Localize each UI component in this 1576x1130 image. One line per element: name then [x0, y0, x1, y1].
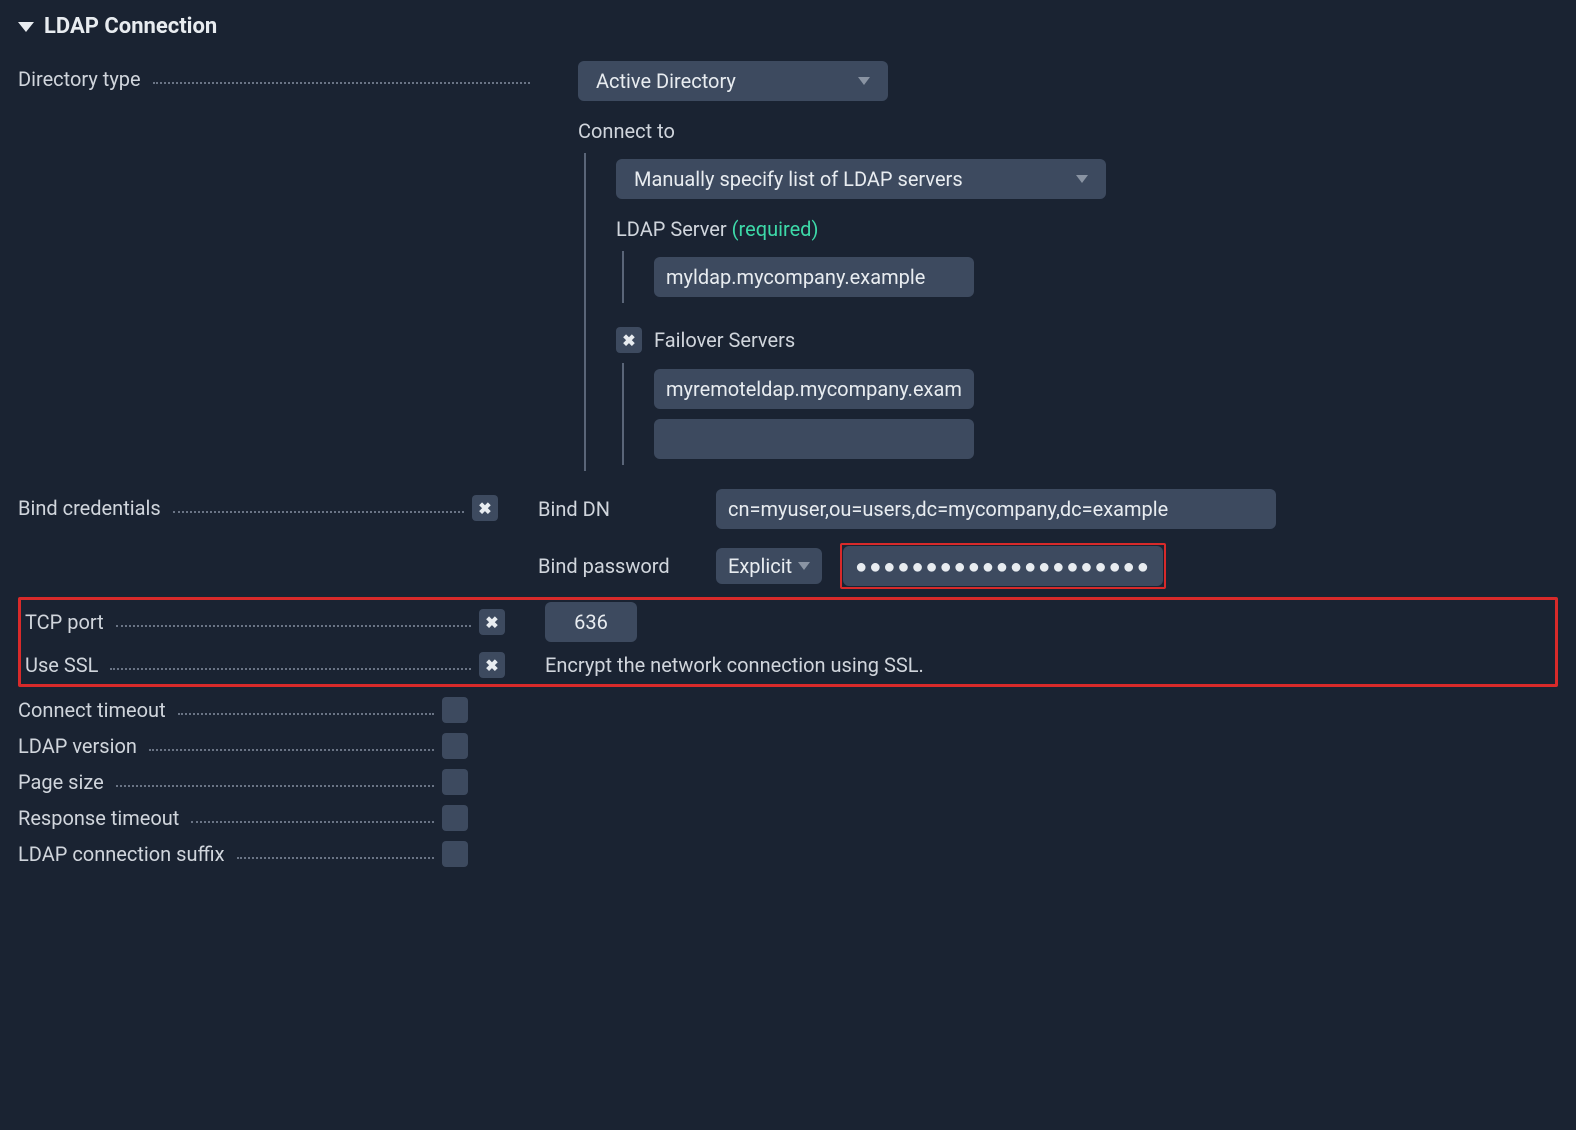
response-timeout-label: Response timeout	[18, 806, 179, 830]
bind-password-mode-value: Explicit	[728, 554, 792, 578]
directory-type-select[interactable]: Active Directory	[578, 61, 888, 101]
dots	[173, 499, 464, 513]
failover-server-input-0[interactable]	[654, 369, 974, 409]
highlighted-box: TCP port Use SSL Encrypt the network con…	[18, 597, 1558, 687]
bind-password-input[interactable]	[843, 546, 1163, 586]
tcp-port-row: TCP port	[25, 602, 1551, 642]
bind-dn-label: Bind DN	[538, 497, 698, 521]
use-ssl-row: Use SSL Encrypt the network connection u…	[25, 652, 1551, 678]
dots	[116, 613, 471, 627]
bind-password-label: Bind password	[538, 554, 698, 578]
connect-timeout-label: Connect timeout	[18, 698, 166, 722]
section-header[interactable]: LDAP Connection	[18, 14, 1558, 39]
ldap-server-input[interactable]	[654, 257, 974, 297]
ldap-version-label: LDAP version	[18, 734, 137, 758]
required-badge: (required)	[732, 217, 819, 241]
bind-dn-input[interactable]	[716, 489, 1276, 529]
directory-type-value: Active Directory	[596, 69, 736, 93]
conn-suffix-checkbox[interactable]	[442, 841, 468, 867]
use-ssl-label: Use SSL	[25, 653, 98, 677]
connect-to-label: Connect to	[578, 119, 1558, 143]
ldap-version-checkbox[interactable]	[442, 733, 468, 759]
page-size-row: Page size	[18, 769, 1558, 795]
failover-checkbox[interactable]	[616, 327, 642, 353]
dots	[110, 656, 471, 670]
ldap-server-label: LDAP Server	[616, 217, 727, 241]
directory-type-row: Directory type Active Directory Connect …	[18, 61, 1558, 471]
response-timeout-row: Response timeout	[18, 805, 1558, 831]
use-ssl-checkbox[interactable]	[479, 652, 505, 678]
tcp-port-label: TCP port	[25, 610, 104, 634]
page-size-label: Page size	[18, 770, 104, 794]
dots	[191, 809, 434, 823]
dots	[237, 845, 434, 859]
dots	[153, 70, 530, 84]
connect-timeout-checkbox[interactable]	[442, 697, 468, 723]
chevron-down-icon	[18, 22, 34, 32]
dots	[178, 701, 434, 715]
bind-credentials-label: Bind credentials	[18, 496, 161, 520]
bind-credentials-checkbox[interactable]	[472, 495, 498, 521]
connect-to-block: Manually specify list of LDAP servers LD…	[584, 153, 1558, 471]
page-size-checkbox[interactable]	[442, 769, 468, 795]
failover-label: Failover Servers	[654, 328, 795, 352]
chevron-down-icon	[1076, 175, 1088, 183]
chevron-down-icon	[858, 77, 870, 85]
connect-to-value: Manually specify list of LDAP servers	[634, 167, 963, 191]
tcp-port-checkbox[interactable]	[479, 609, 505, 635]
use-ssl-description: Encrypt the network connection using SSL…	[545, 653, 924, 677]
directory-type-label: Directory type	[18, 67, 141, 91]
conn-suffix-label: LDAP connection suffix	[18, 842, 225, 866]
dots	[149, 737, 434, 751]
section-title: LDAP Connection	[44, 14, 217, 39]
conn-suffix-row: LDAP connection suffix	[18, 841, 1558, 867]
chevron-down-icon	[798, 562, 810, 570]
bind-password-mode-select[interactable]: Explicit	[716, 548, 822, 584]
connect-timeout-row: Connect timeout	[18, 697, 1558, 723]
tcp-port-input[interactable]	[545, 602, 637, 642]
failover-server-input-1[interactable]	[654, 419, 974, 459]
connect-to-select[interactable]: Manually specify list of LDAP servers	[616, 159, 1106, 199]
ldap-version-row: LDAP version	[18, 733, 1558, 759]
bind-credentials-row: Bind credentials Bind DN Bind password E…	[18, 489, 1558, 589]
dots	[116, 773, 434, 787]
response-timeout-checkbox[interactable]	[442, 805, 468, 831]
